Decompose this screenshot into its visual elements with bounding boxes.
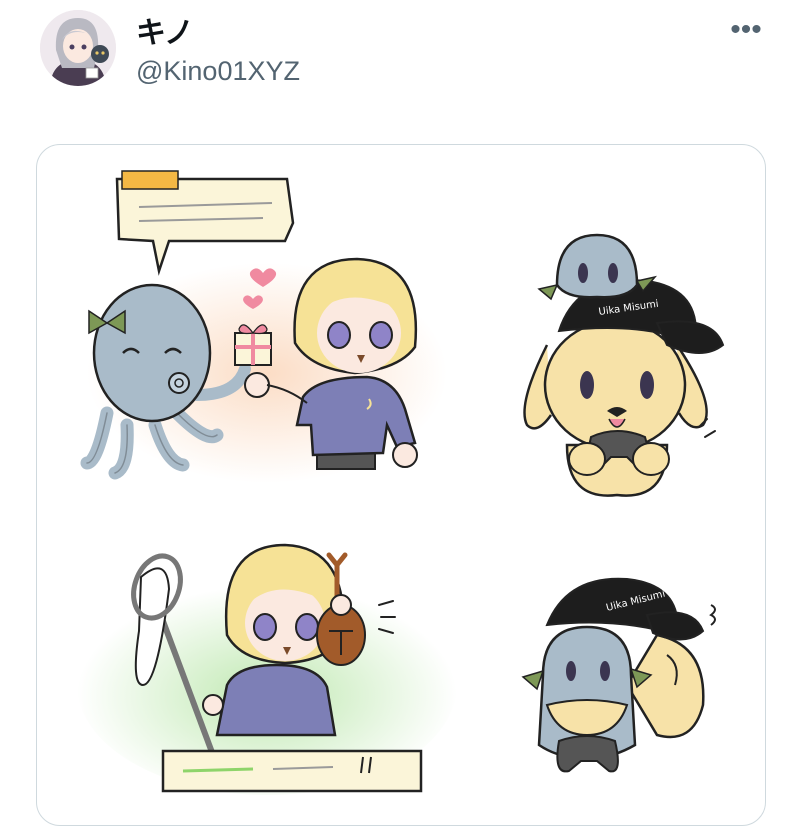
avatar[interactable] (40, 10, 116, 86)
display-name[interactable]: キノ (136, 8, 194, 52)
caption-box (161, 749, 423, 793)
panel-octopus-gift (80, 170, 447, 483)
tweet-media-card[interactable]: Uika Misumi Uika Misumi (36, 144, 766, 826)
game-controller-icon (556, 735, 619, 773)
user-avatar-icon (40, 10, 116, 86)
panel-ghost-cap: Uika Misumi (521, 577, 716, 773)
user-handle[interactable]: @Kino01XYZ (136, 56, 300, 87)
more-options-button[interactable]: ••• (718, 10, 774, 50)
panel-bug-catching (77, 543, 457, 795)
speech-bubble (115, 170, 295, 276)
panel-dog-gamer: Uika Misumi (523, 233, 725, 497)
